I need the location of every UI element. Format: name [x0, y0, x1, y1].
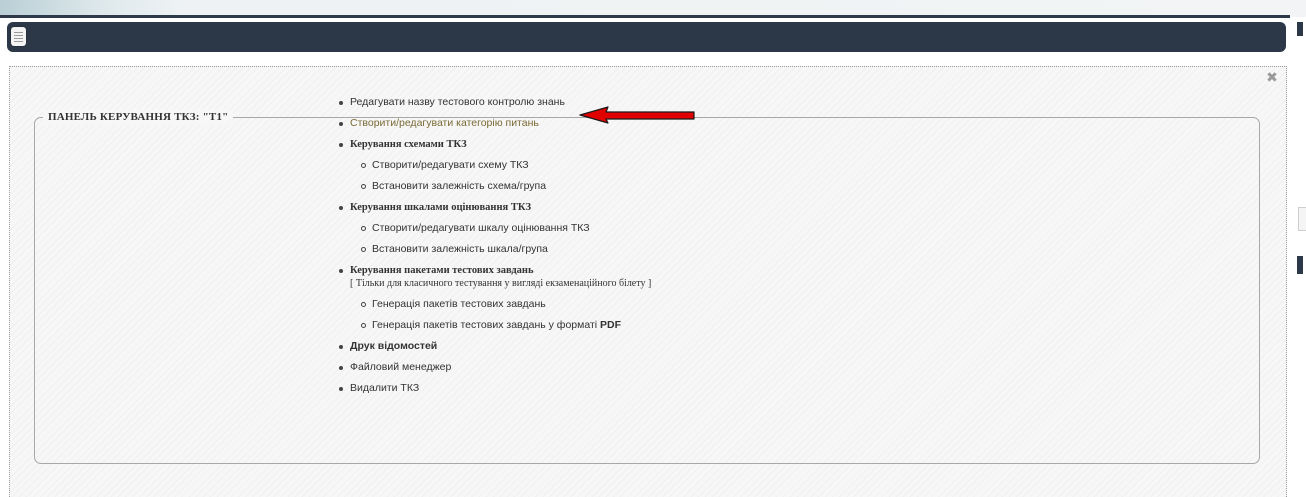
menu-item-scale-group[interactable]: Встановити залежність шкала/група [350, 243, 651, 256]
group-label-scales: Керування шкалами оцінювання ТКЗ [350, 202, 531, 213]
group-label-schemes: Керування схемами ТКЗ [350, 139, 467, 150]
menu-item-scheme-group[interactable]: Встановити залежність схема/група [350, 180, 651, 193]
right-edge-mark [1297, 22, 1303, 36]
top-divider [0, 15, 1290, 18]
menu-item-generate-packages-pdf[interactable]: Генерація пакетів тестових завдань у фор… [350, 319, 651, 332]
menu-item-print[interactable]: Друк відомостей [336, 340, 651, 353]
packages-note: [ Тільки для класичного тестування у виг… [350, 278, 652, 289]
group-label-packages: Керування пакетами тестових завдань [350, 265, 534, 276]
close-icon[interactable]: ✖ [1265, 71, 1279, 85]
menu-item-delete[interactable]: Видалити ТКЗ [336, 382, 651, 395]
right-edge-tab [1298, 207, 1306, 231]
panel-title: ПАНЕЛЬ КЕРУВАННЯ ТКЗ: "Т1" [43, 110, 234, 125]
right-edge-mark [1297, 256, 1303, 274]
generate-pdf-label: Генерація пакетів тестових завдань у фор… [372, 319, 601, 331]
menu-icon[interactable] [11, 27, 26, 46]
panel-menu: Редагувати назву тестового контролю знан… [336, 96, 651, 403]
menu-item-edit-scale[interactable]: Створити/редагувати шкалу оцінювання ТКЗ [350, 222, 651, 235]
red-arrow-annotation [579, 106, 695, 124]
menu-group-scales: Керування шкалами оцінювання ТКЗ Створит… [336, 201, 651, 256]
menu-group-schemes: Керування схемами ТКЗ Створити/редагуват… [336, 138, 651, 193]
menu-group-packages: Керування пакетами тестових завдань [ Ті… [336, 264, 651, 332]
header-bar [7, 22, 1286, 52]
pdf-label: PDF [600, 319, 622, 331]
menu-item-edit-scheme[interactable]: Створити/редагувати схему ТКЗ [350, 159, 651, 172]
menu-item-generate-packages[interactable]: Генерація пакетів тестових завдань [350, 298, 651, 311]
menu-item-file-manager[interactable]: Файловий менеджер [336, 361, 651, 374]
